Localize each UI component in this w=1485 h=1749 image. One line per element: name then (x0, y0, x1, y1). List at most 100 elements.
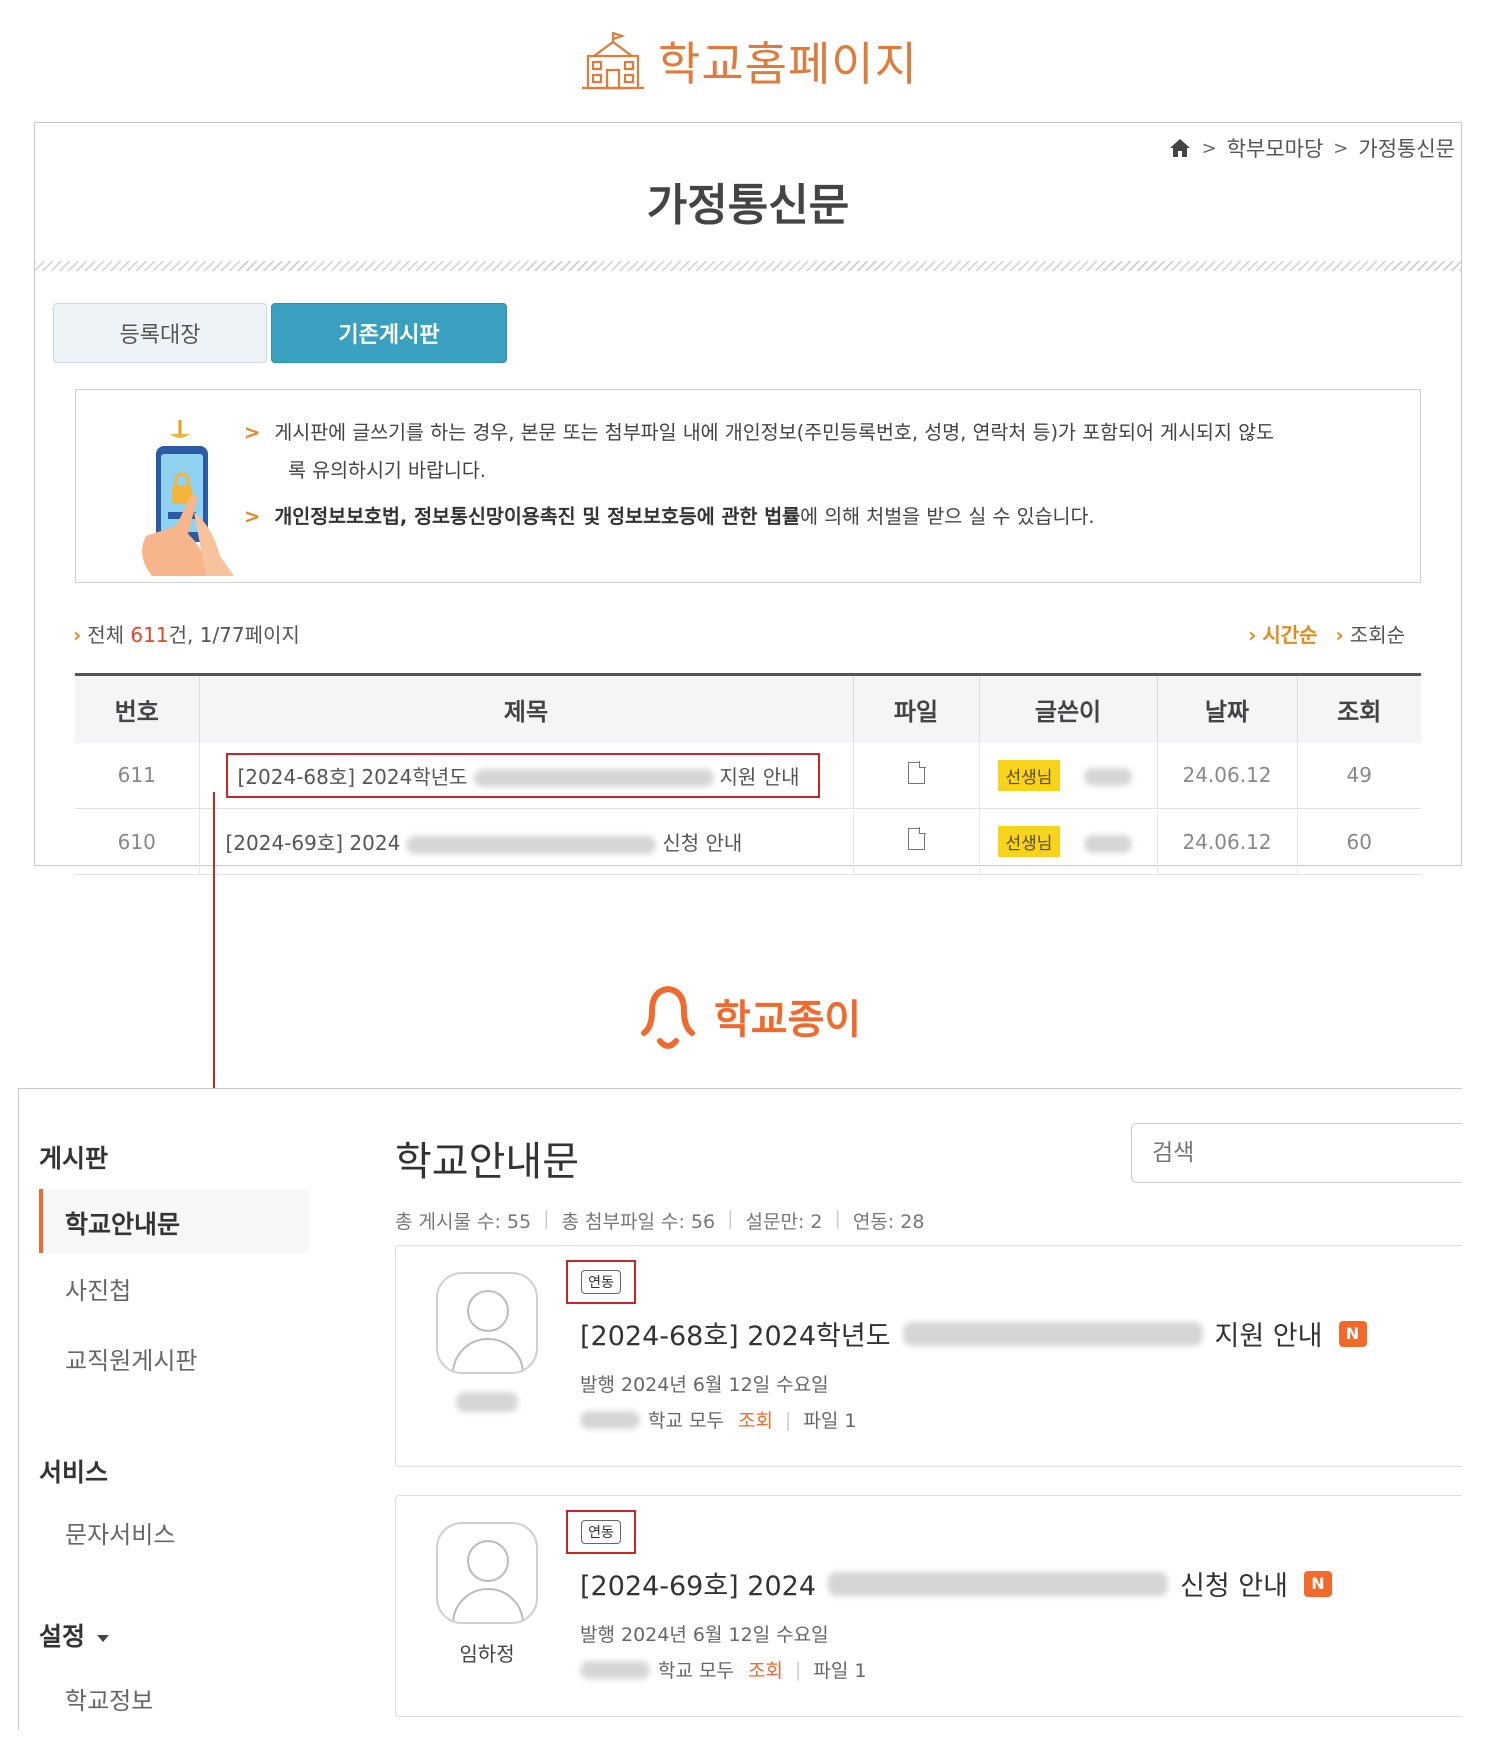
column-header-file: 파일 (853, 673, 980, 743)
highlighted-title[interactable]: [2024-68호] 2024학년도 지원 안내 (225, 752, 820, 798)
row-date: 24.06.12 (1157, 808, 1298, 875)
card-title[interactable]: [2024-69호] 2024 신청 안내 N (580, 1564, 1332, 1603)
card-author: 임하정 (459, 1642, 515, 1666)
row-title[interactable]: [2024-68호] 2024학년도 지원 안내 (199, 742, 854, 809)
phone-lock-illustration (142, 420, 234, 576)
title-start: [2024-69호] 2024 (580, 1571, 817, 1602)
row-title[interactable]: [2024-69호] 2024 신청 안내 (199, 808, 854, 875)
sidebar-heading-service: 서비스 (39, 1458, 109, 1487)
title-end: 신청 안내 (662, 831, 743, 855)
notice-line-2: > 개인정보보호법, 정보통신망이용촉진 및 정보보호등에 관한 법률에 의해 처… (244, 500, 1095, 529)
tab-register[interactable]: 등록대장 (53, 303, 267, 363)
row-views: 49 (1297, 742, 1421, 809)
board-table: 번호 제목 파일 글쓴이 날짜 조회 611 [2024-68호] 2024학년… (75, 673, 1421, 875)
title-start: [2024-68호] 2024학년도 (237, 764, 468, 789)
card-author (436, 1388, 538, 1412)
sidebar-item-staff-board[interactable]: 교직원게시판 (65, 1341, 197, 1376)
sort-by-views-label: 조회순 (1349, 623, 1405, 647)
title-end: 지원 안내 (1214, 1321, 1323, 1352)
file-icon[interactable] (907, 827, 926, 850)
card-date: 발행 2024년 6월 12일 수요일 (580, 1624, 829, 1646)
card-title[interactable]: [2024-68호] 2024학년도 지원 안내 N (580, 1314, 1367, 1353)
sidebar-item-school-info[interactable]: 학교정보 (65, 1681, 153, 1716)
row-file[interactable] (853, 808, 980, 875)
meta-divider: | (794, 1658, 802, 1681)
chevron-right-icon: › (1248, 623, 1257, 647)
tab-legacy-board[interactable]: 기존게시판 (271, 303, 507, 363)
school-homepage-brand: 학교홈페이지 (658, 37, 918, 91)
chevron-right-icon: > (1333, 137, 1349, 159)
file-icon[interactable] (907, 760, 926, 784)
schoolpaper-panel: 게시판 학교안내문 사진첩 교직원게시판 서비스 문자서비스 설정 학교정보 학… (18, 1088, 1462, 1730)
column-header-number: 번호 (75, 673, 200, 743)
count-prefix: 전체 (87, 623, 131, 647)
table-header-row: 번호 제목 파일 글쓴이 날짜 조회 (75, 673, 1421, 743)
chevron-right-icon: > (244, 421, 261, 444)
notice-card[interactable]: 연동 [2024-68호] 2024학년도 지원 안내 N 발행 2024년 6월 … (395, 1245, 1462, 1467)
row-author: 선생님 (979, 808, 1158, 875)
teacher-badge: 선생님 (997, 759, 1061, 791)
redacted-text (580, 1660, 650, 1679)
column-header-views: 조회 (1297, 673, 1421, 743)
avatar (436, 1522, 538, 1624)
stat-linked: 연동: 28 (852, 1211, 925, 1233)
stat-survey: 설문만: 2 (745, 1211, 823, 1233)
sidebar-item-sms-service[interactable]: 문자서비스 (65, 1515, 175, 1550)
row-file[interactable] (853, 742, 980, 809)
chevron-right-icon: › (73, 623, 82, 647)
sidebar-item-school-notice[interactable]: 학교안내문 (39, 1189, 309, 1253)
title-start: [2024-68호] 2024학년도 (580, 1321, 891, 1352)
redacted-text (828, 1571, 1169, 1596)
sidebar: 게시판 학교안내문 사진첩 교직원게시판 서비스 문자서비스 설정 학교정보 (19, 1089, 319, 1730)
post-count: › 전체 611건, 1/77페이지 (73, 619, 300, 648)
legacy-board-panel: > 학부모마당 > 가정통신문 가정통신문 등록대장 기존게시판 > 게시판에 글… (34, 122, 1462, 875)
chevron-right-icon: > (1201, 137, 1217, 159)
count-suffix: 건, 1/77페이지 (168, 623, 300, 647)
column-header-author: 글쓴이 (979, 673, 1158, 743)
card-target: 학교 모두 (658, 1660, 734, 1682)
card-files: 파일 1 (813, 1660, 867, 1682)
settings-label: 설정 (39, 1622, 86, 1651)
linked-tag-highlight: 연동 (566, 1260, 636, 1304)
sidebar-heading-settings[interactable]: 설정 (39, 1617, 110, 1653)
notice-law-text: 개인정보보호법, 정보통신망이용촉진 및 정보보호등에 관한 법률 (274, 505, 801, 528)
sidebar-item-label: 학교안내문 (65, 1210, 181, 1239)
sort-by-time[interactable]: › 시간순 (1248, 619, 1317, 648)
sidebar-heading-board: 게시판 (39, 1144, 109, 1173)
redacted-text (473, 769, 714, 788)
table-row[interactable]: 611 [2024-68호] 2024학년도 지원 안내 선생님 24.06.12… (75, 742, 1421, 809)
column-header-date: 날짜 (1157, 673, 1298, 743)
table-row[interactable]: 610 [2024-69호] 2024 신청 안내 선생님 24.06.12 60 (75, 808, 1421, 875)
card-meta: 학교 모두 조회 | 파일 1 (580, 1656, 866, 1683)
board-stats: 총 게시물 수: 55 | 총 첨부파일 수: 56 | 설문만: 2 | 연동: 2… (395, 1207, 924, 1234)
redacted-name (456, 1391, 518, 1412)
redacted-text (580, 1410, 640, 1429)
redacted-text (406, 835, 657, 854)
breadcrumb-item[interactable]: 가정통신문 (1358, 133, 1455, 163)
board-title: 학교안내문 (395, 1139, 579, 1185)
home-icon[interactable] (1168, 137, 1192, 159)
row-number: 611 (75, 742, 200, 809)
search-input[interactable] (1131, 1123, 1462, 1183)
notice-card[interactable]: 임하정 연동 [2024-69호] 2024 신청 안내 N 발행 2024년 6월… (395, 1495, 1462, 1717)
notice-text-2: 에 의해 처벌을 받으 실 수 있습니다. (800, 505, 1095, 528)
column-header-title: 제목 (199, 673, 854, 743)
new-badge: N (1303, 1570, 1332, 1597)
linked-tag-highlight: 연동 (566, 1510, 636, 1554)
caret-down-icon (97, 1634, 110, 1642)
sort-by-time-label: 시간순 (1262, 623, 1318, 647)
new-badge: N (1338, 1320, 1367, 1347)
views-link[interactable]: 조회 (748, 1656, 783, 1683)
linked-tag: 연동 (581, 1270, 621, 1294)
card-files: 파일 1 (803, 1410, 857, 1432)
stat-attachments: 총 첨부파일 수: 56 (561, 1211, 716, 1233)
sort-options: › 시간순 › 조회순 (1248, 619, 1405, 648)
row-author: 선생님 (979, 742, 1158, 809)
views-link[interactable]: 조회 (738, 1406, 773, 1433)
card-date: 발행 2024년 6월 12일 수요일 (580, 1374, 829, 1396)
sidebar-item-photo-album[interactable]: 사진첩 (65, 1271, 131, 1306)
breadcrumb-item[interactable]: 학부모마당 (1227, 133, 1324, 163)
sort-by-views[interactable]: › 조회순 (1336, 619, 1405, 648)
redacted-name (1084, 834, 1133, 853)
stat-divider: | (727, 1207, 734, 1229)
